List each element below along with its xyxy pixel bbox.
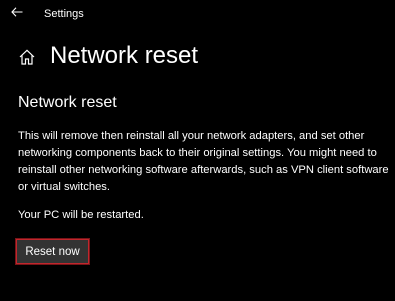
page-header: Network reset <box>18 40 198 72</box>
section-heading: Network reset <box>18 94 117 111</box>
reset-now-button[interactable]: Reset now <box>15 238 90 265</box>
page-title: Network reset <box>50 42 199 69</box>
back-button[interactable] <box>6 3 28 21</box>
back-arrow-icon <box>11 7 23 17</box>
window-title: Settings <box>44 8 84 20</box>
title-bar: Settings <box>0 0 395 30</box>
home-icon <box>18 48 36 66</box>
network-reset-description: This will remove then reinstall all your… <box>18 130 389 193</box>
restart-note: Your PC will be restarted. <box>18 209 144 221</box>
